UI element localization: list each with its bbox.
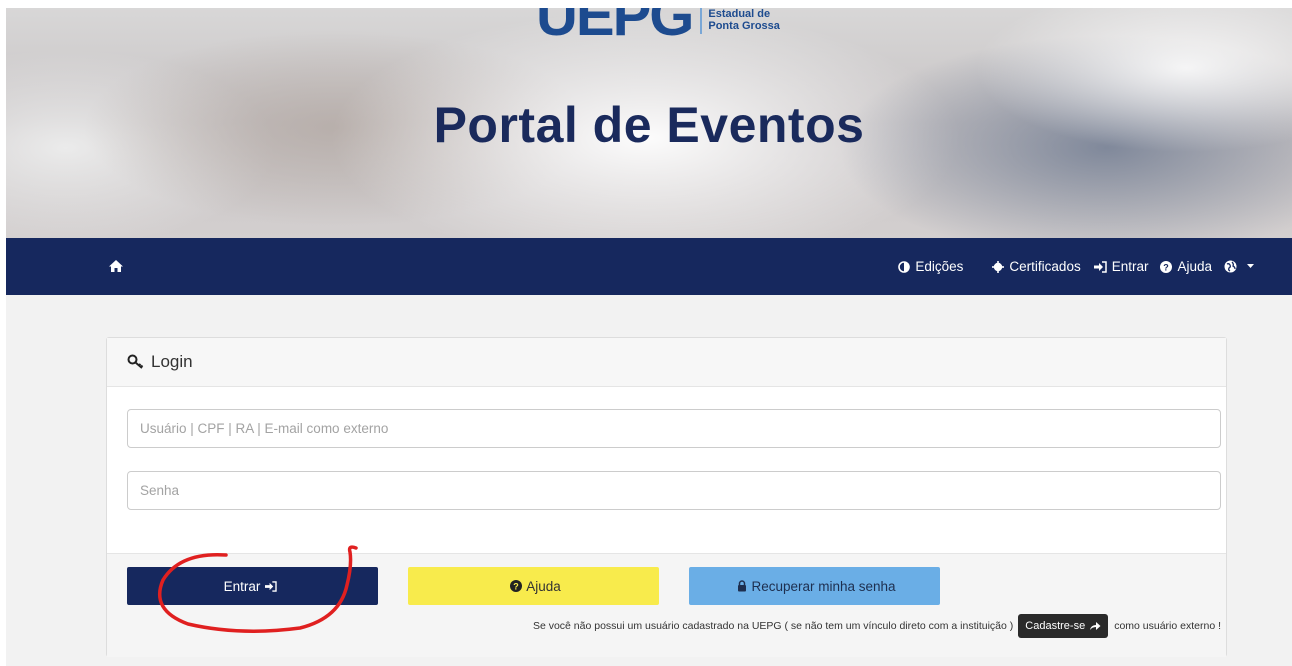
- cadastre-label: Cadastre-se: [1025, 620, 1086, 632]
- share-arrow-icon: [1090, 622, 1101, 630]
- username-input[interactable]: [127, 409, 1221, 448]
- nav-item-ajuda[interactable]: ? Ajuda: [1160, 259, 1212, 274]
- portal-title: Portal de Eventos: [433, 97, 865, 153]
- register-text-before: Se você não possui um usuário cadastrado…: [532, 620, 1014, 632]
- logo-line-2: Ponta Grossa: [708, 20, 780, 32]
- half-circle-icon: [898, 260, 911, 273]
- logo-mark: UEPG: [536, 8, 694, 48]
- cadastre-se-button[interactable]: Cadastre-se: [1018, 614, 1109, 638]
- svg-text:?: ?: [1164, 262, 1170, 272]
- logo-divider: [700, 8, 703, 34]
- home-icon[interactable]: [108, 259, 124, 273]
- sign-in-icon: [265, 580, 278, 592]
- nav-label-certificados: Certificados: [1009, 259, 1081, 274]
- login-heading: Login: [107, 338, 1226, 387]
- svg-text:?: ?: [513, 582, 519, 592]
- nav-label-ajuda: Ajuda: [1177, 259, 1212, 274]
- nav-item-edicoes[interactable]: Edições: [898, 259, 963, 274]
- language-dropdown[interactable]: [1224, 260, 1254, 273]
- sign-in-icon: [1093, 260, 1107, 273]
- nav-label-entrar: Entrar: [1111, 259, 1149, 274]
- certificate-icon: [992, 260, 1005, 273]
- logo-line-1: Estadual de: [708, 8, 771, 20]
- register-prompt: Se você não possui um usuário cadastrado…: [533, 614, 1221, 638]
- nav-item-entrar[interactable]: Entrar: [1093, 259, 1149, 274]
- lock-icon: [738, 580, 747, 592]
- question-circle-icon: ?: [1160, 260, 1173, 273]
- recuperar-button-label: Recuperar minha senha: [751, 578, 896, 594]
- uepg-logo: UEPG Estadual de Ponta Grossa: [536, 8, 780, 48]
- nav-item-certificados[interactable]: Certificados: [992, 259, 1081, 274]
- login-panel: Login Entrar ? Ajuda: [106, 337, 1227, 657]
- page: UEPG Estadual de Ponta Grossa Portal de …: [6, 8, 1292, 666]
- password-input[interactable]: [127, 471, 1221, 510]
- ajuda-button-label: Ajuda: [526, 578, 561, 594]
- entrar-button[interactable]: Entrar: [127, 567, 378, 605]
- key-icon: [127, 354, 144, 369]
- nav-label-edicoes: Edições: [915, 259, 964, 274]
- login-title: Login: [151, 352, 193, 371]
- navbar-menu: Edições Certificados Entrar ? Ajuda: [898, 238, 1254, 295]
- register-text-after: como usuário externo !: [1114, 620, 1221, 632]
- recuperar-senha-button[interactable]: Recuperar minha senha: [689, 567, 940, 605]
- globe-icon: [1224, 260, 1237, 273]
- main-navbar: Edições Certificados Entrar ? Ajuda: [6, 238, 1292, 295]
- login-actions: Entrar ? Ajuda Recuperar minha senha Se …: [107, 553, 1226, 657]
- logo-subtitle: Estadual de Ponta Grossa: [708, 8, 780, 32]
- header-banner: UEPG Estadual de Ponta Grossa Portal de …: [6, 8, 1292, 238]
- entrar-button-label: Entrar: [223, 578, 261, 594]
- ajuda-button[interactable]: ? Ajuda: [408, 567, 659, 605]
- chevron-down-icon: [1247, 264, 1254, 268]
- question-circle-icon: ?: [510, 580, 523, 592]
